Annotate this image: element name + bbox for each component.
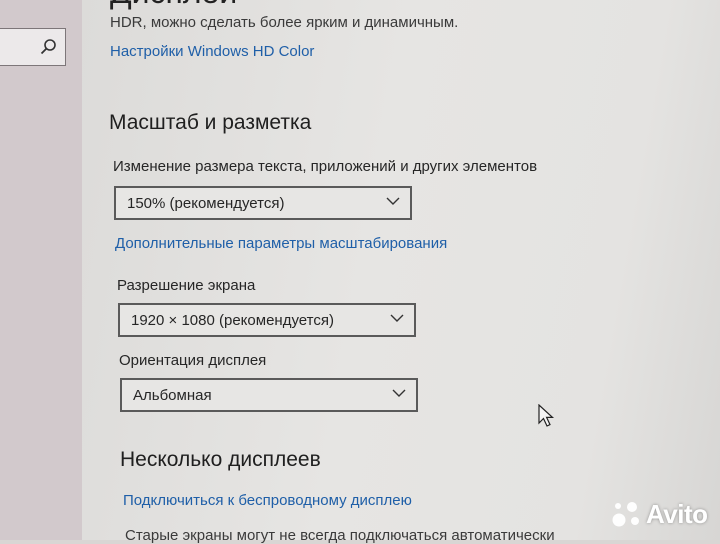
orientation-dropdown[interactable]: Альбомная [120,378,418,412]
scale-label: Изменение размера текста, приложений и д… [113,158,538,175]
search-input[interactable] [0,28,66,66]
multiple-displays-description: Старые экраны могут не всегда подключать… [125,527,555,544]
hdr-description: HDR, можно сделать более ярким и динамич… [110,14,459,31]
chevron-down-icon [390,314,404,322]
avito-logo-icon [612,502,639,527]
resolution-label: Разрешение экрана [117,277,256,294]
multiple-displays-title: Несколько дисплеев [120,448,321,471]
scale-dropdown[interactable]: 150% (рекомендуется) [114,186,412,220]
display-settings-page: Дисплей HDR, можно сделать более ярким и… [82,0,720,544]
resolution-value: 1920 × 1080 (рекомендуется) [131,312,334,329]
orientation-label: Ориентация дисплея [119,352,267,369]
advanced-scaling-link[interactable]: Дополнительные параметры масштабирования [115,235,447,252]
page-title-cut: Дисплей [110,0,237,11]
mouse-cursor-icon [538,404,555,427]
resolution-dropdown[interactable]: 1920 × 1080 (рекомендуется) [118,303,416,337]
wireless-display-link[interactable]: Подключиться к беспроводному дисплею [123,492,412,509]
hdr-settings-link[interactable]: Настройки Windows HD Color [110,43,314,60]
search-icon[interactable] [40,38,58,56]
scale-layout-title: Масштаб и разметка [109,111,312,134]
chevron-down-icon [392,389,406,397]
chevron-down-icon [386,197,400,205]
navigation-pane [0,0,82,540]
avito-watermark-text: Avito [646,499,708,529]
avito-watermark: Avito [610,498,714,530]
scale-value: 150% (рекомендуется) [127,195,285,212]
orientation-value: Альбомная [133,387,212,404]
